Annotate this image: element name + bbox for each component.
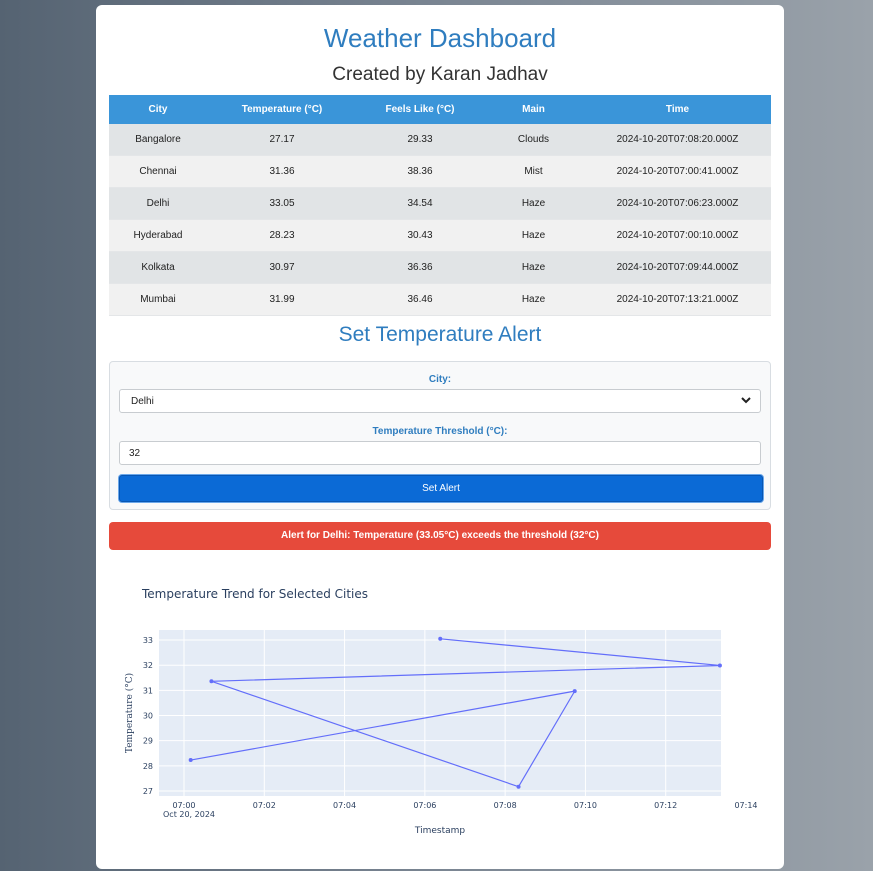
table-row: Hyderabad 28.23 30.43 Haze 2024-10-20T07… [109,219,771,252]
city-select-value: Delhi [131,396,154,407]
table-cell: 2024-10-20T07:00:10.000Z [584,219,771,252]
alert-message: Alert for Delhi: Temperature (33.05°C) e… [109,522,771,550]
column-header-city: City [109,95,207,124]
table-row: Chennai 31.36 38.36 Mist 2024-10-20T07:0… [109,155,771,188]
table-cell: 27.17 [207,124,357,156]
table-cell: Bangalore [109,124,207,156]
chevron-down-icon [741,397,751,404]
table-row: Bangalore 27.17 29.33 Clouds 2024-10-20T… [109,124,771,156]
threshold-input[interactable]: 32 [119,441,761,465]
city-label: City: [428,374,452,385]
table-cell: 2024-10-20T07:08:20.000Z [584,124,771,156]
plot-area [159,630,721,796]
table-cell: 31.99 [207,283,357,316]
table-cell: 33.05 [207,187,357,220]
table-cell: Clouds [483,124,584,156]
table-row: Kolkata 30.97 36.36 Haze 2024-10-20T07:0… [109,251,771,284]
table-cell: 31.36 [207,155,357,188]
x-tick-label: 07:14 [734,801,757,810]
table-cell: Haze [483,251,584,284]
table-cell: 2024-10-20T07:13:21.000Z [584,283,771,316]
table-cell: Kolkata [109,251,207,284]
table-cell: 2024-10-20T07:09:44.000Z [584,251,771,284]
set-alert-button[interactable]: Set Alert [119,475,763,502]
data-point [438,636,443,641]
table-cell: Haze [483,283,584,316]
page-subtitle: Created by Karan Jadhav [332,64,548,85]
x-tick-label: 07:04 [333,801,356,810]
table-cell: 29.33 [357,124,483,156]
x-tick-label: 07:08 [494,801,517,810]
table-cell: Haze [483,187,584,220]
table-cell: 30.97 [207,251,357,284]
page-title: Weather Dashboard [323,23,557,53]
dashboard-card: Weather Dashboard Created by Karan Jadha… [96,5,784,869]
y-tick-label: 27 [143,787,153,796]
x-tick-label: 07:10 [574,801,597,810]
table-cell: Hyderabad [109,219,207,252]
table-cell: Haze [483,219,584,252]
table-cell: Delhi [109,187,207,220]
alert-section-heading: Set Temperature Alert [338,323,542,346]
temperature-chart: Temperature Trend for Selected Cities 27… [124,587,758,836]
data-point [516,784,521,789]
y-tick-label: 32 [143,661,153,670]
y-tick-label: 30 [143,712,153,721]
table-cell: Mist [483,155,584,188]
table-cell: 34.54 [357,187,483,220]
data-point [188,758,193,763]
table-cell: 38.36 [357,155,483,188]
threshold-input-value: 32 [129,448,141,459]
table-cell: 36.36 [357,251,483,284]
x-tick-label: 07:06 [413,801,436,810]
threshold-label: Temperature Threshold (°C): [372,426,508,437]
x-tick-date: Oct 20, 2024 [163,810,215,819]
x-tick-label: 07:12 [654,801,677,810]
x-axis-label: Timestamp [414,826,466,836]
table-cell: Mumbai [109,283,207,316]
y-tick-label: 31 [143,686,153,695]
table-cell: 30.43 [357,219,483,252]
column-header-main: Main [483,95,584,124]
data-point [717,663,722,668]
table-cell: 2024-10-20T07:06:23.000Z [584,187,771,220]
table-cell: 28.23 [207,219,357,252]
alert-form: City: Delhi Temperature Threshold (°C): … [109,361,771,510]
table-cell: Chennai [109,155,207,188]
y-axis: 27 28 29 30 31 32 33 [143,636,153,796]
y-axis-label: Temperature (°C) [124,673,135,753]
chart-title: Temperature Trend for Selected Cities [141,587,368,601]
data-point [209,679,214,684]
weather-table: City Temperature (°C) Feels Like (°C) Ma… [109,95,771,316]
table-row: Delhi 33.05 34.54 Haze 2024-10-20T07:06:… [109,187,771,220]
column-header-feels-like: Feels Like (°C) [357,95,483,124]
city-select[interactable]: Delhi [119,389,761,413]
column-header-time: Time [584,95,771,124]
y-tick-label: 33 [143,636,153,645]
table-row: Mumbai 31.99 36.46 Haze 2024-10-20T07:13… [109,283,771,316]
x-tick-label: 07:02 [253,801,276,810]
table-header-row: City Temperature (°C) Feels Like (°C) Ma… [109,95,771,124]
data-point [572,689,577,694]
table-cell: 2024-10-20T07:00:41.000Z [584,155,771,188]
table-cell: 36.46 [357,283,483,316]
y-tick-label: 29 [143,737,153,746]
x-tick-label: 07:00 [172,801,195,810]
x-axis: 07:00 07:02 07:04 07:06 07:08 07:10 07:12 07:14 [172,801,757,810]
column-header-temperature: Temperature (°C) [207,95,357,124]
y-tick-label: 28 [143,762,153,771]
